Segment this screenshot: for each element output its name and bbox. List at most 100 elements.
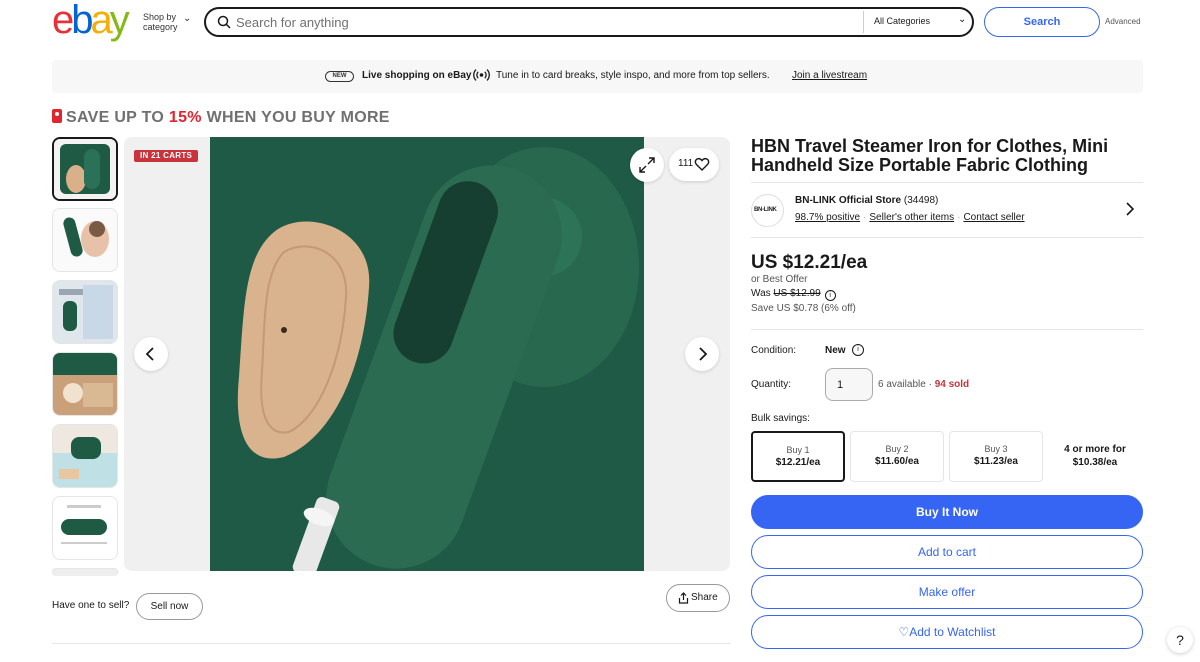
watch-count: 111 [678, 158, 694, 169]
shop-by-category[interactable]: Shop by category ⌄ [143, 12, 191, 32]
chevron-down-icon: ⌄ [183, 13, 192, 24]
seller-positive-link[interactable]: 98.7% positive [795, 212, 860, 223]
savings-text: Save US $0.78 (6% off) [751, 303, 856, 314]
sell-now-button[interactable]: Sell now [136, 593, 203, 620]
condition-label: Condition: [751, 345, 797, 356]
thumbnail-2[interactable] [52, 208, 118, 272]
make-offer-button[interactable]: Make offer [751, 575, 1143, 609]
promo-suffix: WHEN YOU BUY MORE [201, 109, 390, 126]
logo-letter-e: e [52, 0, 74, 42]
bulk-option-4-plus[interactable]: 4 or more for $10.38/ea [1050, 443, 1140, 469]
bulk-qty: Buy 1 [786, 445, 810, 455]
thumbnail-1[interactable] [52, 137, 118, 201]
logo-letter-y: y [109, 0, 130, 42]
share-icon [678, 592, 689, 604]
divider [863, 11, 864, 33]
heart-icon [694, 157, 710, 171]
sold-count: 94 sold [934, 379, 970, 390]
chevron-down-icon: ⌄ [958, 14, 967, 25]
shop-by-line2: category [143, 22, 178, 32]
divider [751, 237, 1143, 238]
bulk-option-3[interactable]: Buy 3 $11.23/ea [949, 431, 1043, 482]
thumbnail-6[interactable] [52, 496, 118, 560]
product-title: HBN Travel Steamer Iron for Clothes, Min… [751, 136, 1109, 175]
watch-button[interactable]: 111 [669, 148, 719, 181]
bulk-price: $12.21/ea [775, 457, 821, 468]
logo-letter-a: a [90, 0, 113, 42]
bulk-more-line1: 4 or more for [1064, 444, 1126, 455]
thumbnail-7[interactable] [52, 568, 118, 576]
chevron-right-icon [699, 347, 708, 361]
banner-text: Tune in to card breaks, style inspo, and… [496, 70, 770, 81]
steamer-thumbnail-image [54, 139, 116, 199]
best-offer-text: or Best Offer [751, 274, 808, 285]
have-one-to-sell: Have one to sell? [52, 600, 130, 611]
livestream-banner: NEW Live shopping on eBay Tune in to car… [52, 60, 1143, 93]
previous-image-button[interactable] [134, 337, 168, 371]
seller-feedback-count: (34498) [903, 195, 939, 206]
chevron-right-icon[interactable] [1125, 201, 1135, 217]
share-label: Share [691, 592, 718, 603]
divider [751, 329, 1143, 330]
separator: · [863, 212, 867, 223]
expand-icon [639, 157, 655, 173]
info-icon[interactable]: i [824, 290, 836, 301]
bulk-more-line2: $10.38/ea [1072, 457, 1118, 468]
bulk-price: $11.23/ea [974, 456, 1018, 467]
bulk-option-2[interactable]: Buy 2 $11.60/ea [850, 431, 944, 482]
advanced-search-link[interactable]: Advanced [1105, 17, 1141, 26]
steamer-thumbnail-image [53, 425, 117, 487]
quantity-input[interactable] [825, 368, 873, 401]
promo-percent: 15% [168, 109, 202, 126]
new-badge: NEW [325, 71, 354, 82]
seller-name-row: BN-LINK Official Store (34498) [795, 195, 938, 206]
steamer-thumbnail-image [53, 209, 117, 271]
category-select[interactable]: All Categories [874, 16, 930, 26]
add-to-cart-button[interactable]: Add to cart [751, 535, 1143, 569]
steamer-thumbnail-image [53, 497, 117, 559]
steamer-iron-photo [124, 137, 730, 571]
price: US $12.21/ea [751, 252, 868, 273]
was-label: Was [751, 288, 774, 299]
promo-prefix: SAVE UP TO [66, 109, 169, 126]
thumbnail-3[interactable] [52, 280, 118, 344]
steamer-thumbnail-image [53, 281, 117, 343]
banner-headline: Live shopping on eBay [362, 70, 472, 81]
bulk-savings-label: Bulk savings: [751, 413, 810, 424]
condition-value: New [825, 345, 846, 356]
share-button[interactable]: Share [666, 584, 730, 612]
seller-name[interactable]: BN-LINK Official Store [795, 195, 901, 206]
seller-links: 98.7% positive · Seller's other items · Cont… [795, 212, 1025, 223]
seller-avatar[interactable]: BN-LINK [751, 194, 784, 227]
add-to-watchlist-button[interactable]: ♡Add to Watchlist [751, 615, 1143, 649]
next-image-button[interactable] [685, 337, 719, 371]
buy-it-now-button[interactable]: Buy It Now [751, 495, 1143, 529]
search-input[interactable] [236, 12, 856, 32]
search-button[interactable]: Search [984, 7, 1100, 37]
heart-icon: ♡ [898, 625, 910, 639]
ebay-logo[interactable]: ebay [52, 0, 134, 42]
bulk-qty: Buy 2 [885, 444, 909, 454]
logo-letter-b: b [71, 0, 93, 42]
broadcast-icon [473, 69, 490, 81]
separator: · [957, 212, 961, 223]
seller-logo-text: BN-LINK [754, 207, 777, 213]
in-carts-badge: IN 21 CARTS [134, 150, 199, 162]
bulk-option-1[interactable]: Buy 1 $12.21/ea [751, 431, 845, 482]
availability: 6 available · 94 sold [878, 379, 969, 390]
main-product-image[interactable] [124, 137, 730, 571]
expand-button[interactable] [630, 148, 664, 182]
thumbnail-5[interactable] [52, 424, 118, 488]
available-count: 6 available · [878, 379, 935, 390]
join-livestream-link[interactable]: Join a livestream [792, 70, 867, 81]
search-bar: All Categories ⌄ [204, 7, 974, 37]
contact-seller-link[interactable]: Contact seller [963, 212, 1024, 223]
thumbnail-4[interactable] [52, 352, 118, 416]
quantity-label: Quantity: [751, 379, 792, 390]
price-tag-icon [52, 109, 62, 123]
seller-other-items-link[interactable]: Seller's other items [869, 212, 954, 223]
divider [751, 182, 1143, 183]
info-icon[interactable]: i [852, 344, 864, 356]
was-price-row: Was US $12.99 i [751, 288, 836, 301]
help-button[interactable]: ? [1167, 627, 1193, 653]
